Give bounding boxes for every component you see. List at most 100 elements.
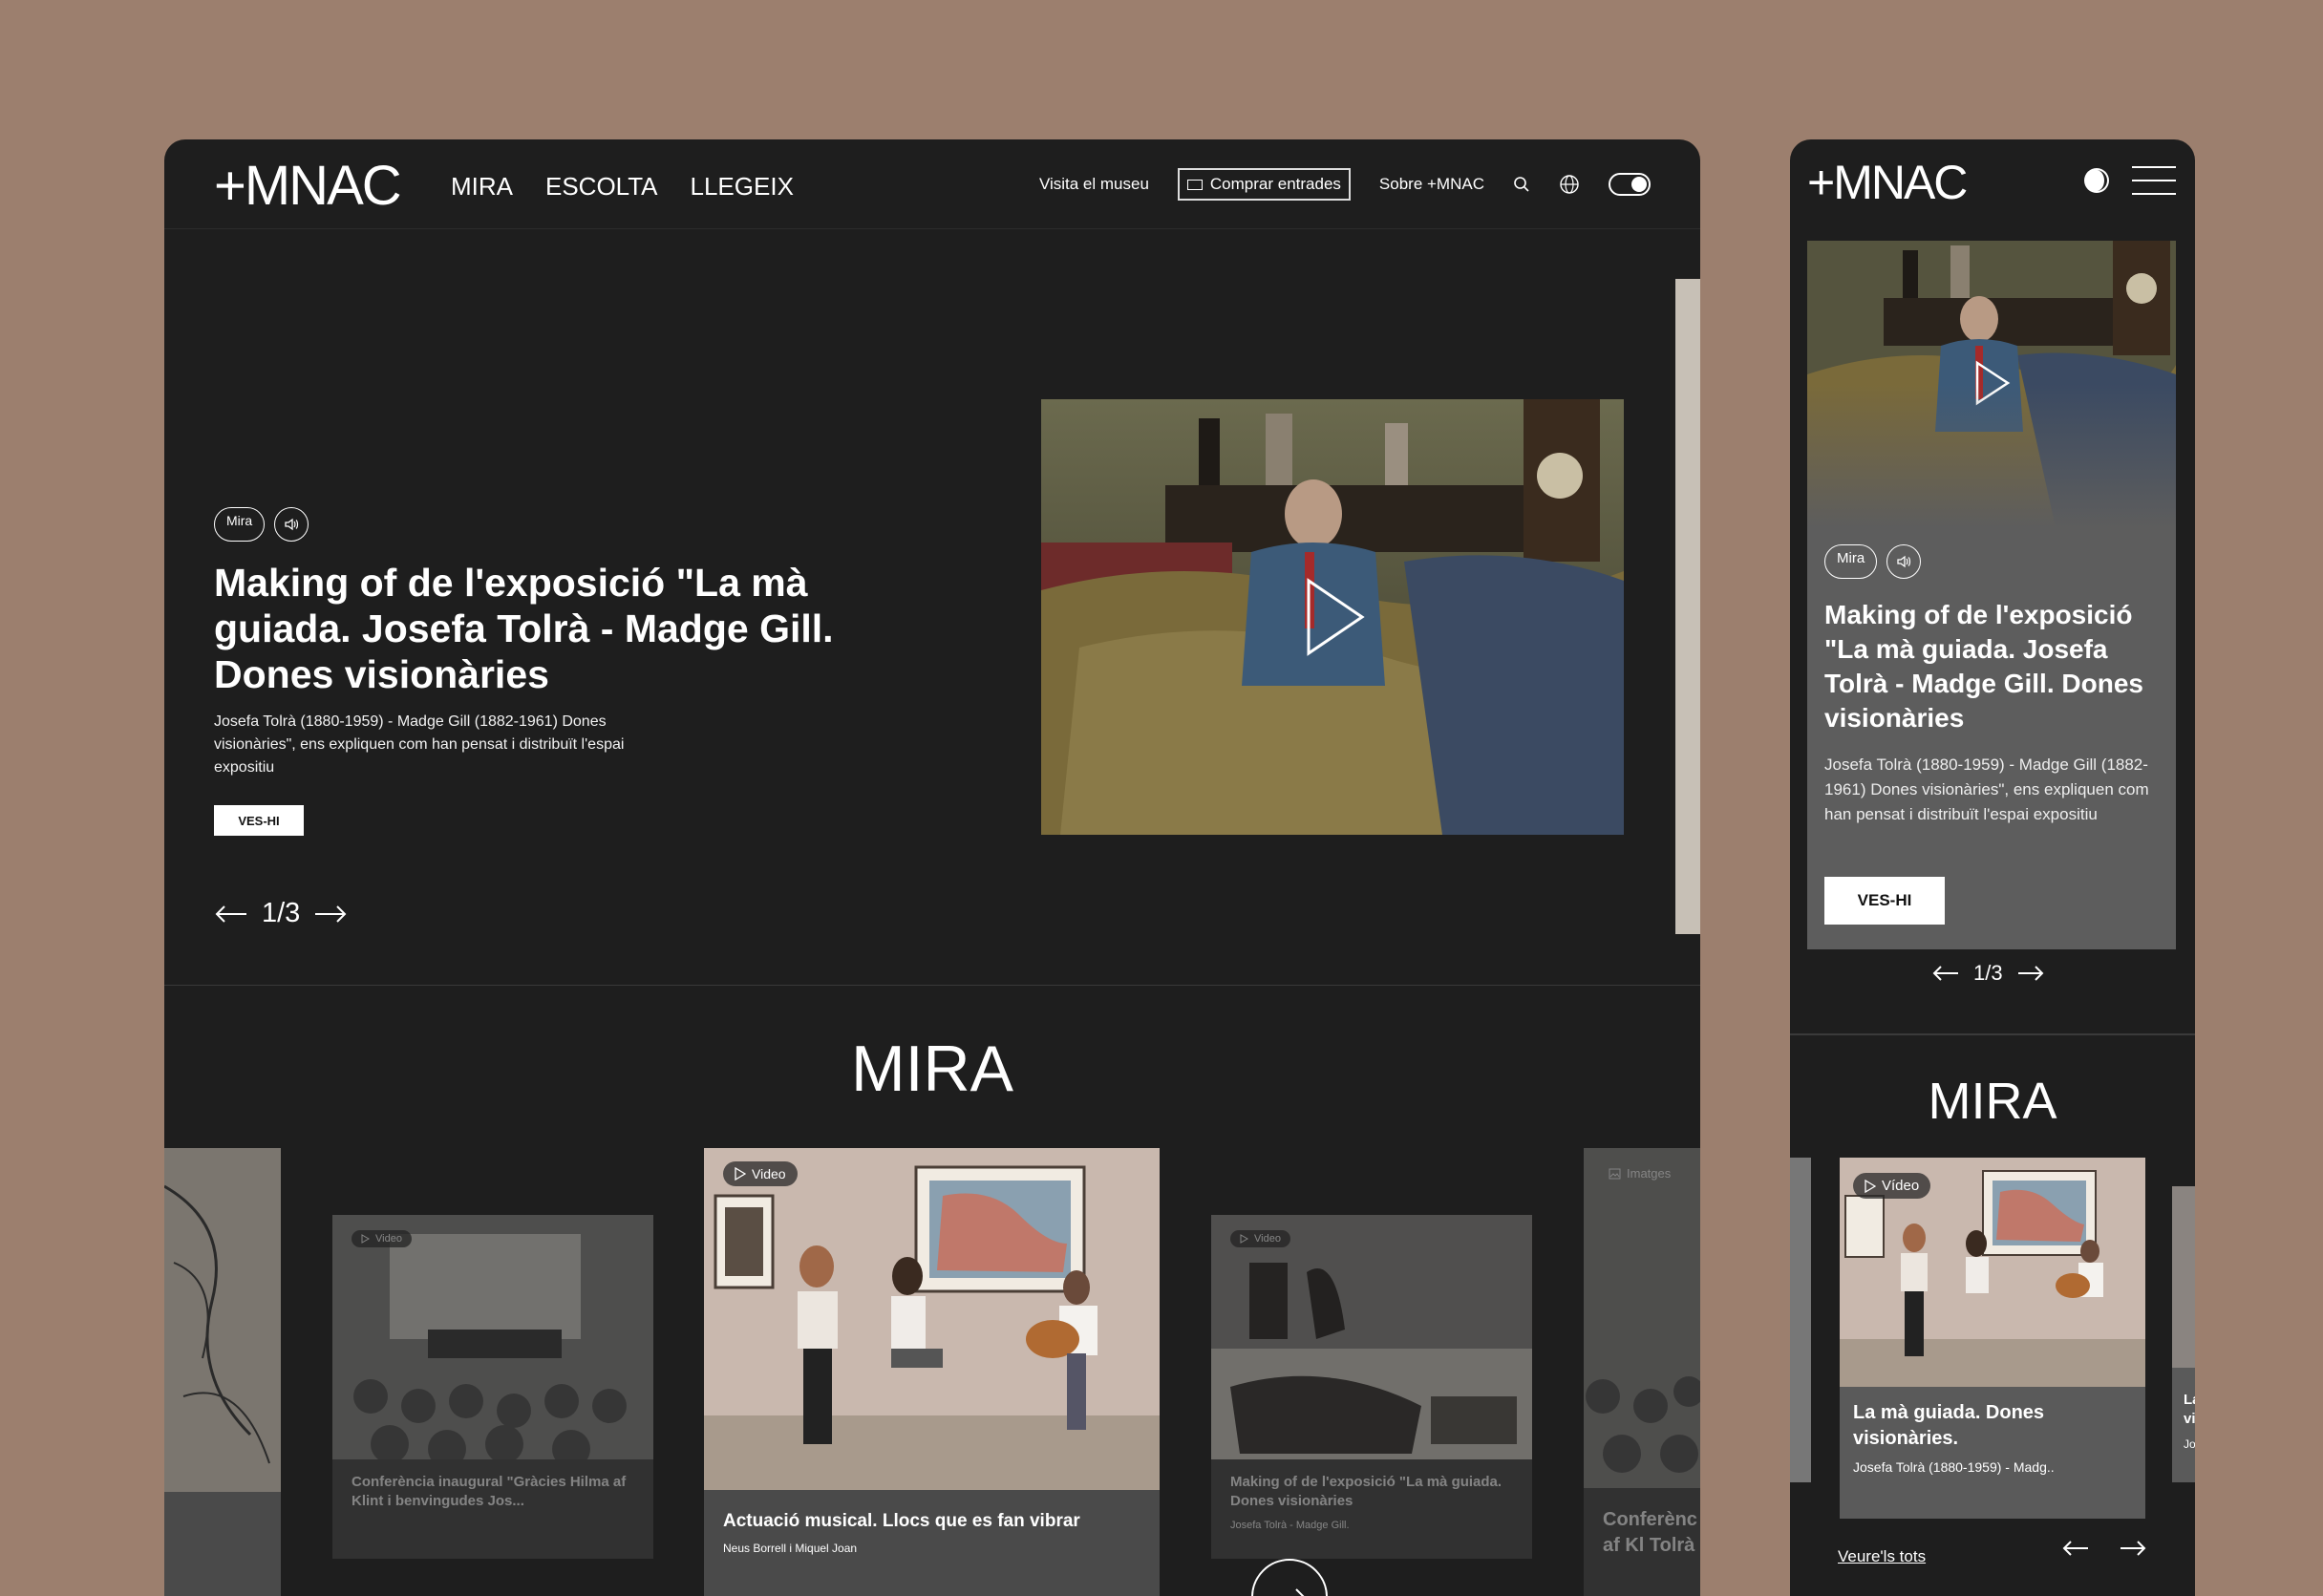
card-image: [1584, 1148, 1700, 1488]
images-badge: Imatges: [1601, 1163, 1678, 1183]
card-subtitle: Josefa Tolrà (1880-1959) - Madg..: [1853, 1459, 2055, 1475]
video-badge: Video: [352, 1230, 412, 1247]
card-title: Actuació musical. Llocs que es fan vibra…: [723, 1511, 1080, 1531]
main-nav: MIRA ESCOLTA LLEGEIX: [451, 172, 794, 202]
audio-icon[interactable]: [274, 507, 309, 542]
section-title-mira: MIRA: [851, 1032, 1013, 1105]
section-title-mira: MIRA: [1928, 1073, 2057, 1130]
arrow-left-icon[interactable]: [214, 904, 248, 924]
play-icon: [1240, 1234, 1248, 1244]
card-peek-left[interactable]: [164, 1148, 281, 1596]
card-title: La mà guiada. Dones visionàries.: [1853, 1402, 2045, 1449]
play-icon: [735, 1167, 746, 1181]
ves-hi-button[interactable]: VES-HI: [214, 805, 304, 836]
card-musical[interactable]: Vídeo La mà guiada. Dones visionàries. J…: [1840, 1158, 2145, 1519]
mobile-header: +MNAC: [1790, 139, 2195, 227]
card-image: [332, 1215, 653, 1459]
globe-icon[interactable]: [1559, 174, 1580, 195]
arrow-right-icon[interactable]: [2016, 965, 2045, 982]
pager-count: 1/3: [262, 898, 301, 928]
hero-title: Making of de l'exposició "La mà guiada. …: [214, 561, 834, 696]
play-icon: [361, 1234, 370, 1244]
card-musical[interactable]: Video Actuació musical. Llocs que es fan…: [704, 1148, 1160, 1596]
play-icon: [1865, 1179, 1876, 1193]
video-badge: Vídeo: [1853, 1173, 1931, 1199]
logo[interactable]: +MNAC: [214, 159, 402, 214]
hero-video[interactable]: [1041, 399, 1624, 835]
logo[interactable]: +MNAC: [1807, 159, 1968, 206]
site-header: +MNAC MIRA ESCOLTA LLEGEIX Visita el mus…: [164, 139, 1700, 229]
hero-tags: Mira: [214, 507, 309, 542]
card-image: [704, 1148, 1160, 1490]
nav-mira[interactable]: MIRA: [451, 172, 513, 202]
about-link[interactable]: Sobre +MNAC: [1379, 175, 1484, 194]
see-all-link[interactable]: Veure'ls tots: [1838, 1547, 1926, 1566]
card-making-of[interactable]: Video Making of de l'exposició "La mà gu…: [1211, 1215, 1532, 1559]
hero-pager: 1/3: [214, 898, 348, 929]
card-caption: Conferència inaugural "Gràcies Hilma af …: [352, 1473, 634, 1512]
card-caption: La mà guiada. Dones visionàries. Josefa …: [1853, 1400, 2132, 1475]
visit-link[interactable]: Visita el museu: [1039, 175, 1149, 194]
card-title: Conferènc Hilma af Kl Tolrà i Mad: [1603, 1509, 1700, 1556]
theme-toggle[interactable]: [1609, 173, 1651, 196]
hero-title: Making of de l'exposició "La mà guiada. …: [1824, 600, 2143, 733]
pager-count: 1/3: [1973, 961, 2003, 985]
arrow-left-icon[interactable]: [2061, 1540, 2090, 1557]
card-title: Conferència inaugural "Gràcies Hilma af …: [352, 1474, 627, 1510]
theme-toggle-icon[interactable]: [2082, 166, 2111, 195]
hero-tags: Mira: [1824, 544, 1922, 579]
card-title: Making of de l'exposició "La mà guiada. …: [1230, 1474, 1502, 1510]
arrow-right-icon[interactable]: [2119, 1540, 2147, 1557]
badge-label: Video: [752, 1166, 786, 1181]
section-divider: [1790, 1033, 2195, 1035]
arrow-left-icon[interactable]: [1931, 965, 1960, 982]
video-badge: Video: [1230, 1230, 1290, 1247]
card-caption: Actuació musical. Llocs que es fan vibra…: [723, 1509, 1140, 1555]
buy-tickets-button[interactable]: Comprar entrades: [1177, 168, 1351, 201]
arrow-right-icon: [1274, 1588, 1305, 1596]
card-subtitle: Josefa Tolrà - Madge Gill.: [1230, 1519, 1350, 1531]
card-peek-right[interactable]: La vi Jo: [2172, 1186, 2195, 1482]
image-icon: [1609, 1168, 1621, 1179]
hero-video[interactable]: [1807, 241, 2176, 527]
arrow-right-icon[interactable]: [313, 904, 348, 924]
ticket-icon: [1186, 179, 1203, 190]
card-subtitle: Neus Borrell i Miquel Joan: [723, 1541, 858, 1555]
menu-icon[interactable]: [2132, 164, 2176, 197]
card-peek-right[interactable]: Imatges Conferènc Hilma af Kl Tolrà i Ma…: [1584, 1148, 1700, 1596]
card-peek-left[interactable]: [1790, 1158, 1811, 1482]
tag-mira[interactable]: Mira: [214, 507, 266, 542]
card-image: [2172, 1186, 2195, 1368]
card-caption: La vi Jo: [2184, 1391, 2195, 1451]
card-image: [164, 1148, 281, 1492]
buy-tickets-label: Comprar entrades: [1209, 175, 1341, 193]
badge-label: Video: [375, 1233, 402, 1245]
card-conference[interactable]: Video Conferència inaugural "Gràcies Hil…: [332, 1215, 653, 1559]
carousel-next-button[interactable]: [1251, 1559, 1328, 1596]
nav-llegeix[interactable]: LLEGEIX: [691, 172, 794, 202]
video-badge: Video: [723, 1161, 798, 1186]
audio-icon[interactable]: [1886, 544, 1922, 579]
mobile-frame: +MNAC Mira Making of de l'exposició "La …: [1790, 139, 2195, 1596]
desktop-frame: +MNAC MIRA ESCOLTA LLEGEIX Visita el mus…: [164, 139, 1700, 1596]
card-subtitle: Jo: [2184, 1436, 2195, 1451]
hero-description: Josefa Tolrà (1880-1959) - Madge Gill (1…: [1824, 755, 2149, 823]
badge-label: Vídeo: [1882, 1178, 1920, 1194]
card-caption: Making of de l'exposició "La mà guiada. …: [1230, 1473, 1513, 1531]
utility-nav: Visita el museu Comprar entrades Sobre +…: [1039, 168, 1651, 201]
nav-escolta[interactable]: ESCOLTA: [545, 172, 658, 202]
ves-hi-button[interactable]: VES-HI: [1824, 877, 1945, 925]
hero-description: Josefa Tolrà (1880-1959) - Madge Gill (1…: [214, 713, 625, 776]
mobile-hero-card: Mira Making of de l'exposició "La mà gui…: [1807, 241, 2176, 949]
badge-label: Imatges: [1627, 1166, 1672, 1181]
card-caption: Conferènc Hilma af Kl Tolrà i Mad: [1603, 1507, 1700, 1559]
tag-mira[interactable]: Mira: [1824, 544, 1878, 579]
carousel-arrows: [2061, 1540, 2147, 1557]
card-title: La vi: [2184, 1392, 2195, 1428]
search-icon[interactable]: [1513, 176, 1530, 193]
hero-pager: 1/3: [1931, 961, 2045, 986]
section-divider: [164, 985, 1700, 986]
badge-label: Video: [1254, 1233, 1281, 1245]
scrollbar[interactable]: [1675, 279, 1700, 934]
card-image: [1211, 1215, 1532, 1459]
